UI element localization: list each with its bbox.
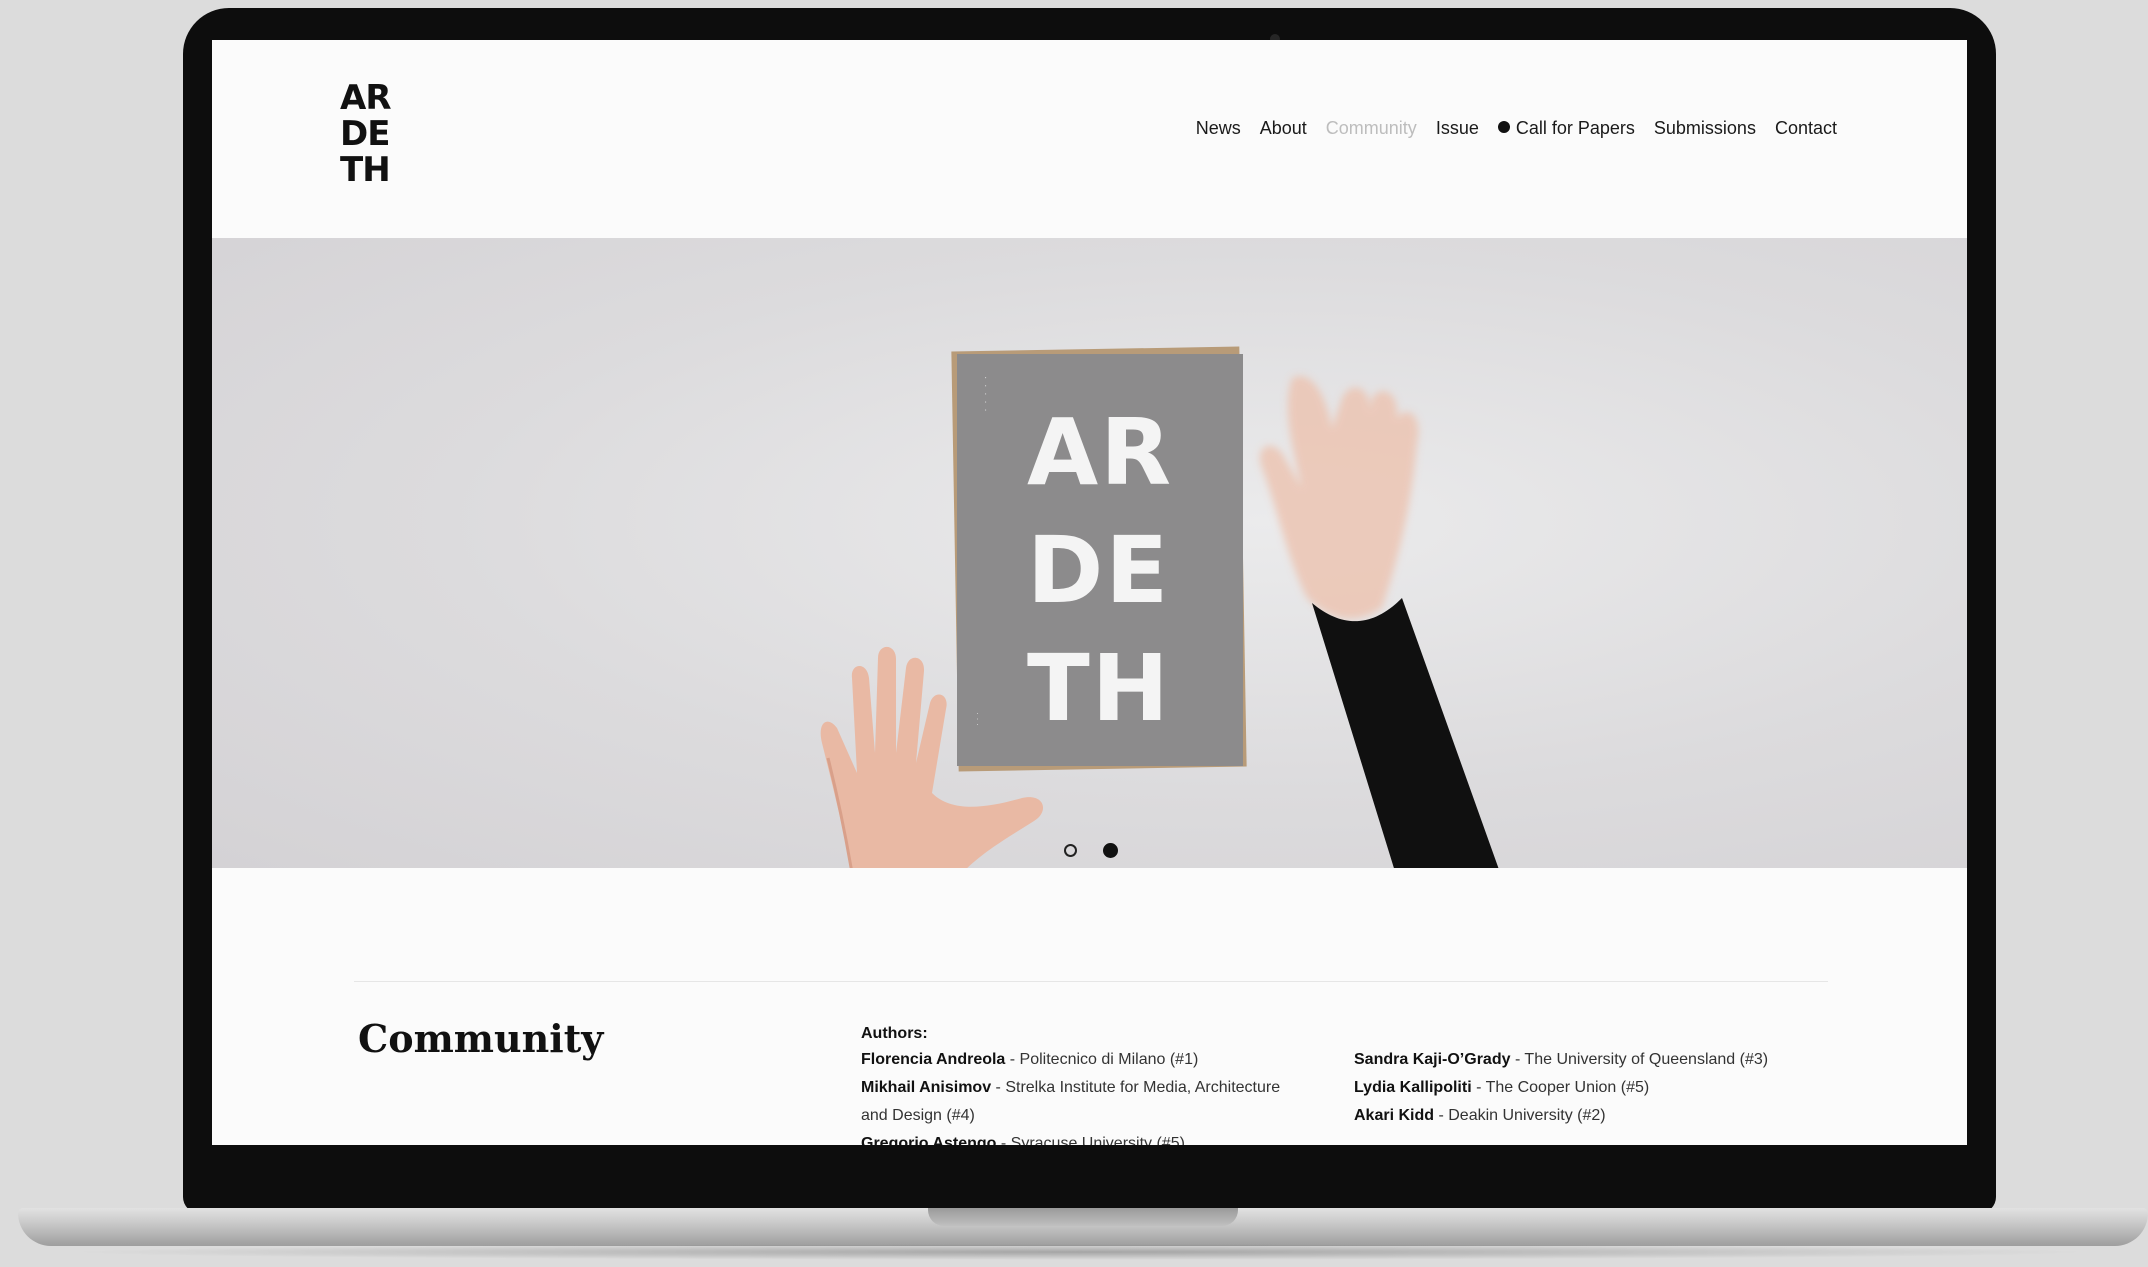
nav-submissions[interactable]: Submissions [1654,118,1756,139]
author-affiliation: - The Cooper Union (#5) [1471,1079,1650,1096]
list-item: Akari Kidd - Deakin University (#2) [1354,1102,1814,1130]
ardeth-journal-cover: · · · · · AR DE TH · · · [957,354,1243,766]
nav-issue[interactable]: Issue [1436,118,1479,139]
author-affiliation: - Politecnico di Milano (#1) [1005,1051,1199,1068]
logo-line-1: AR [340,78,392,118]
authors-column-2: Sandra Kaji-O’Grady - The University of … [1354,1046,1814,1130]
nav-contact[interactable]: Contact [1775,118,1837,139]
author-affiliation: - The University of Queensland (#3) [1510,1051,1769,1068]
book-title-line-3: TH [1027,635,1171,742]
list-item: Sandra Kaji-O’Grady - The University of … [1354,1046,1814,1074]
book-title-line-2: DE [1027,517,1171,624]
nav-call-for-papers[interactable]: Call for Papers [1497,118,1635,139]
author-affiliation: - Deakin University (#2) [1434,1107,1606,1124]
slide-dot-1[interactable] [1064,844,1077,857]
right-hand-image [1259,376,1499,868]
author-name: Florencia Andreola [861,1051,1006,1068]
bullet-dot-icon [1497,121,1510,134]
page-title: Community [358,1016,604,1061]
book-cover-small-text: · · · · · [980,376,991,413]
nav-about[interactable]: About [1260,118,1307,139]
laptop-opening-notch [928,1208,1238,1226]
main-nav: News About Community Issue Call for Pape… [1196,118,1837,139]
book-cover-footer: · · · [973,712,983,726]
browser-screen: AR DE TH News About Community Issue Call… [212,40,1967,1145]
author-name: Lydia Kallipoliti [1354,1079,1472,1096]
laptop-shadow [60,1244,2100,1260]
authors-column-1: Florencia Andreola - Politecnico di Mila… [861,1046,1281,1145]
list-item: Mikhail Anisimov - Strelka Institute for… [861,1074,1281,1130]
nav-community[interactable]: Community [1326,118,1417,139]
list-item: Gregorio Astengo - Syracuse University (… [861,1130,1281,1145]
list-item: Florencia Andreola - Politecnico di Mila… [861,1046,1281,1074]
hero-slider: · · · · · AR DE TH · · · [212,238,1967,868]
author-name: Mikhail Anisimov [861,1079,992,1096]
author-name: Akari Kidd [1354,1107,1435,1124]
section-divider [354,981,1828,982]
site-header: AR DE TH News About Community Issue Call… [212,40,1967,238]
author-name: Sandra Kaji-O’Grady [1354,1051,1511,1068]
community-section: Community Authors: Florencia Andreola - … [212,868,1967,1145]
nav-call-for-papers-label: Call for Papers [1515,118,1635,138]
logo-line-3: TH [340,150,391,190]
book-title-line-1: AR [1027,399,1174,506]
author-name: Gregorio Astengo [861,1135,997,1145]
slide-dot-2-active[interactable] [1103,843,1118,858]
author-affiliation: - Syracuse University (#5) [996,1135,1185,1145]
nav-news[interactable]: News [1196,118,1241,139]
logo-line-2: DE [340,114,390,154]
slider-pagination [1064,843,1118,858]
ardeth-logo[interactable]: AR DE TH [340,80,400,188]
authors-label: Authors: [861,1025,928,1042]
list-item: Lydia Kallipoliti - The Cooper Union (#5… [1354,1074,1814,1102]
book-cover-title: AR DE TH [1027,394,1217,748]
